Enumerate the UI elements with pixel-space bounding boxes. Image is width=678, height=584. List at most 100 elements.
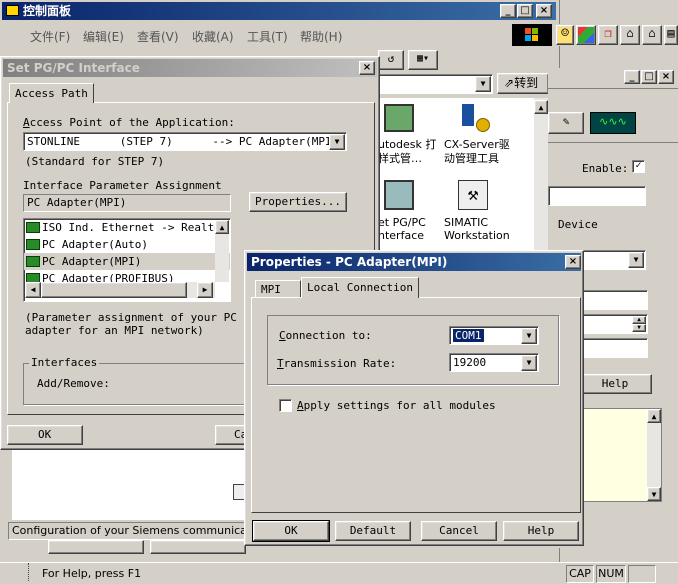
set-pg-pc-interface-icon[interactable] — [384, 180, 414, 210]
properties-cancel-button[interactable]: Cancel — [421, 521, 497, 541]
apply-all-label: Apply settings for all modules — [297, 399, 496, 412]
notes-scroll-up-icon[interactable]: ▲ — [647, 409, 661, 423]
spin-down-icon[interactable]: ▼ — [632, 324, 646, 332]
properties-close-button[interactable]: × — [565, 255, 581, 269]
right-combo[interactable]: ▼ — [578, 250, 646, 270]
properties-ok-button[interactable]: OK — [252, 520, 330, 542]
interface-assignment-label: Interface Parameter Assignment — [23, 179, 222, 192]
right-close-button[interactable]: × — [658, 70, 674, 84]
access-point-label-mnemonic: A — [23, 116, 30, 129]
transmission-rate-combo[interactable]: 19200 ▼ — [449, 353, 539, 372]
list-item[interactable]: PC Adapter(Auto) — [24, 236, 230, 253]
list-hscrollbar[interactable]: ◀ ▶ — [25, 282, 215, 298]
connection-combo[interactable]: COM1 ▼ — [449, 326, 539, 345]
control-panel-title: 控制面板 — [23, 4, 72, 18]
properties-titlebar[interactable]: Properties - PC Adapter(MPI) — [247, 253, 581, 271]
network-card-icon — [26, 256, 40, 267]
rubik-icon[interactable] — [576, 25, 596, 45]
right-separator — [548, 142, 678, 143]
properties-button[interactable]: Properties... — [249, 192, 347, 212]
cx-server-driver-icon[interactable] — [462, 104, 492, 134]
menu-tools[interactable]: 工具(T) — [247, 28, 288, 45]
goto-arrow-icon: ⇗ — [504, 76, 515, 90]
scrl-indicator — [628, 565, 656, 583]
network-card-icon — [26, 239, 40, 250]
right-minimize-button[interactable]: _ — [624, 70, 640, 84]
access-point-combo[interactable]: STONLINE (STEP 7) --> PC Adapter(MPI) ▼ — [23, 132, 347, 151]
setpg-titlebar[interactable]: Set PG/PC Interface — [3, 59, 377, 77]
description-status: Configuration of your Siemens communicat… — [8, 522, 248, 540]
right-field-2[interactable] — [578, 290, 648, 310]
properties-default-button[interactable]: Default — [335, 521, 411, 541]
scroll-up-icon[interactable]: ▲ — [534, 100, 548, 114]
smiley-icon[interactable]: ☺ — [556, 25, 574, 45]
access-point-label: Access Point of the Application: — [23, 116, 235, 129]
right-notes-scrollbar[interactable]: ▲ ▼ — [647, 409, 661, 501]
apply-all-checkbox[interactable] — [279, 399, 292, 412]
control-panel-icon — [6, 5, 19, 16]
list-vscrollbar[interactable]: ▲ — [215, 220, 229, 282]
cap-indicator: CAP — [566, 565, 594, 583]
right-notes-area: ▲ ▼ — [578, 408, 662, 502]
num-indicator: NUM — [596, 565, 626, 583]
list-scroll-right-icon[interactable]: ▶ — [197, 282, 213, 298]
list-hscroll-thumb[interactable] — [41, 282, 187, 298]
spin-up-icon[interactable]: ▲ — [632, 316, 646, 324]
pencil-tool-icon[interactable]: ✎ — [548, 112, 584, 134]
param-note-1: (Parameter assignment of your PC — [25, 311, 237, 324]
tab-access-path[interactable]: Access Path — [9, 83, 94, 103]
menu-view[interactable]: 查看(V) — [137, 28, 179, 45]
views-button[interactable]: ▦▾ — [408, 50, 438, 70]
waveform-icon[interactable]: ∿∿∿ — [590, 112, 636, 134]
menu-bar: 文件(F) 编辑(E) 查看(V) 收藏(A) 工具(T) 帮助(H) — [4, 24, 504, 46]
right-combo-dropdown-icon[interactable]: ▼ — [628, 252, 644, 268]
right-toolbar-icons: ☺ ❐ ⌂ ⌂ ▤ — [556, 24, 678, 46]
close-button[interactable]: × — [536, 4, 552, 18]
control-panel-titlebar[interactable]: 控制面板 — [2, 2, 556, 20]
house-icon[interactable]: ⌂ — [642, 25, 662, 45]
access-point-dropdown-icon[interactable]: ▼ — [329, 134, 345, 150]
bookmark-icon[interactable]: ❐ — [598, 25, 618, 45]
back-arrow-button[interactable]: ↺ — [378, 50, 404, 70]
windows-logo-icon — [512, 24, 552, 46]
menu-help[interactable]: 帮助(H) — [300, 28, 342, 45]
setpg-close-button[interactable]: × — [359, 61, 375, 75]
enable-label: Enable: — [582, 162, 629, 175]
tab-local-connection[interactable]: Local Connection — [301, 277, 419, 298]
setpg-ok-button[interactable]: OK — [7, 425, 83, 445]
connection-dropdown-icon[interactable]: ▼ — [521, 328, 537, 344]
list-item-selected[interactable]: PC Adapter(MPI) — [24, 253, 230, 270]
address-field[interactable]: ▼ — [378, 74, 493, 94]
right-spin-field[interactable]: ▲ ▼ — [578, 314, 648, 334]
icon-view-scrollbar[interactable]: ▲ — [534, 98, 548, 250]
enable-checkbox[interactable]: ✓ — [632, 160, 645, 173]
folder-icon[interactable]: ▤ — [664, 25, 678, 45]
address-dropdown-icon[interactable]: ▼ — [475, 76, 491, 92]
right-field-3[interactable] — [578, 338, 648, 358]
properties-dialog: Properties - PC Adapter(MPI) × MPI Local… — [244, 250, 584, 546]
transmission-rate-dropdown-icon[interactable]: ▼ — [521, 355, 537, 371]
menu-file[interactable]: 文件(F) — [30, 28, 70, 45]
autodesk-plot-style-icon[interactable] — [384, 104, 414, 132]
goto-button[interactable]: ⇗转到 — [497, 73, 549, 94]
right-field-1[interactable] — [548, 186, 646, 206]
bottom-tool-2[interactable] — [150, 540, 246, 554]
right-maximize-button[interactable]: □ — [641, 70, 657, 84]
maximize-button[interactable]: □ — [517, 4, 533, 18]
menu-edit[interactable]: 编辑(E) — [83, 28, 124, 45]
help-status-bar: For Help, press F1 CAP NUM — [0, 562, 678, 584]
menu-favorites[interactable]: 收藏(A) — [192, 28, 234, 45]
notes-scroll-down-icon[interactable]: ▼ — [647, 487, 661, 501]
list-scroll-left-icon[interactable]: ◀ — [25, 282, 41, 298]
bottom-tool-1[interactable] — [48, 540, 144, 554]
list-scroll-up-icon[interactable]: ▲ — [215, 220, 229, 234]
properties-help-button[interactable]: Help — [503, 521, 579, 541]
tree-icon — [28, 563, 38, 581]
minimize-button[interactable]: _ — [500, 4, 516, 18]
simatic-workstation-icon[interactable]: ⚒ — [458, 180, 488, 210]
interface-assignment-field[interactable]: PC Adapter(MPI) — [23, 194, 231, 212]
list-item[interactable]: ISO Ind. Ethernet -> Realtek — [24, 219, 230, 236]
home-icon[interactable]: ⌂ — [620, 25, 640, 45]
right-help-button[interactable]: Help — [578, 374, 652, 394]
tab-mpi[interactable]: MPI — [255, 280, 301, 298]
